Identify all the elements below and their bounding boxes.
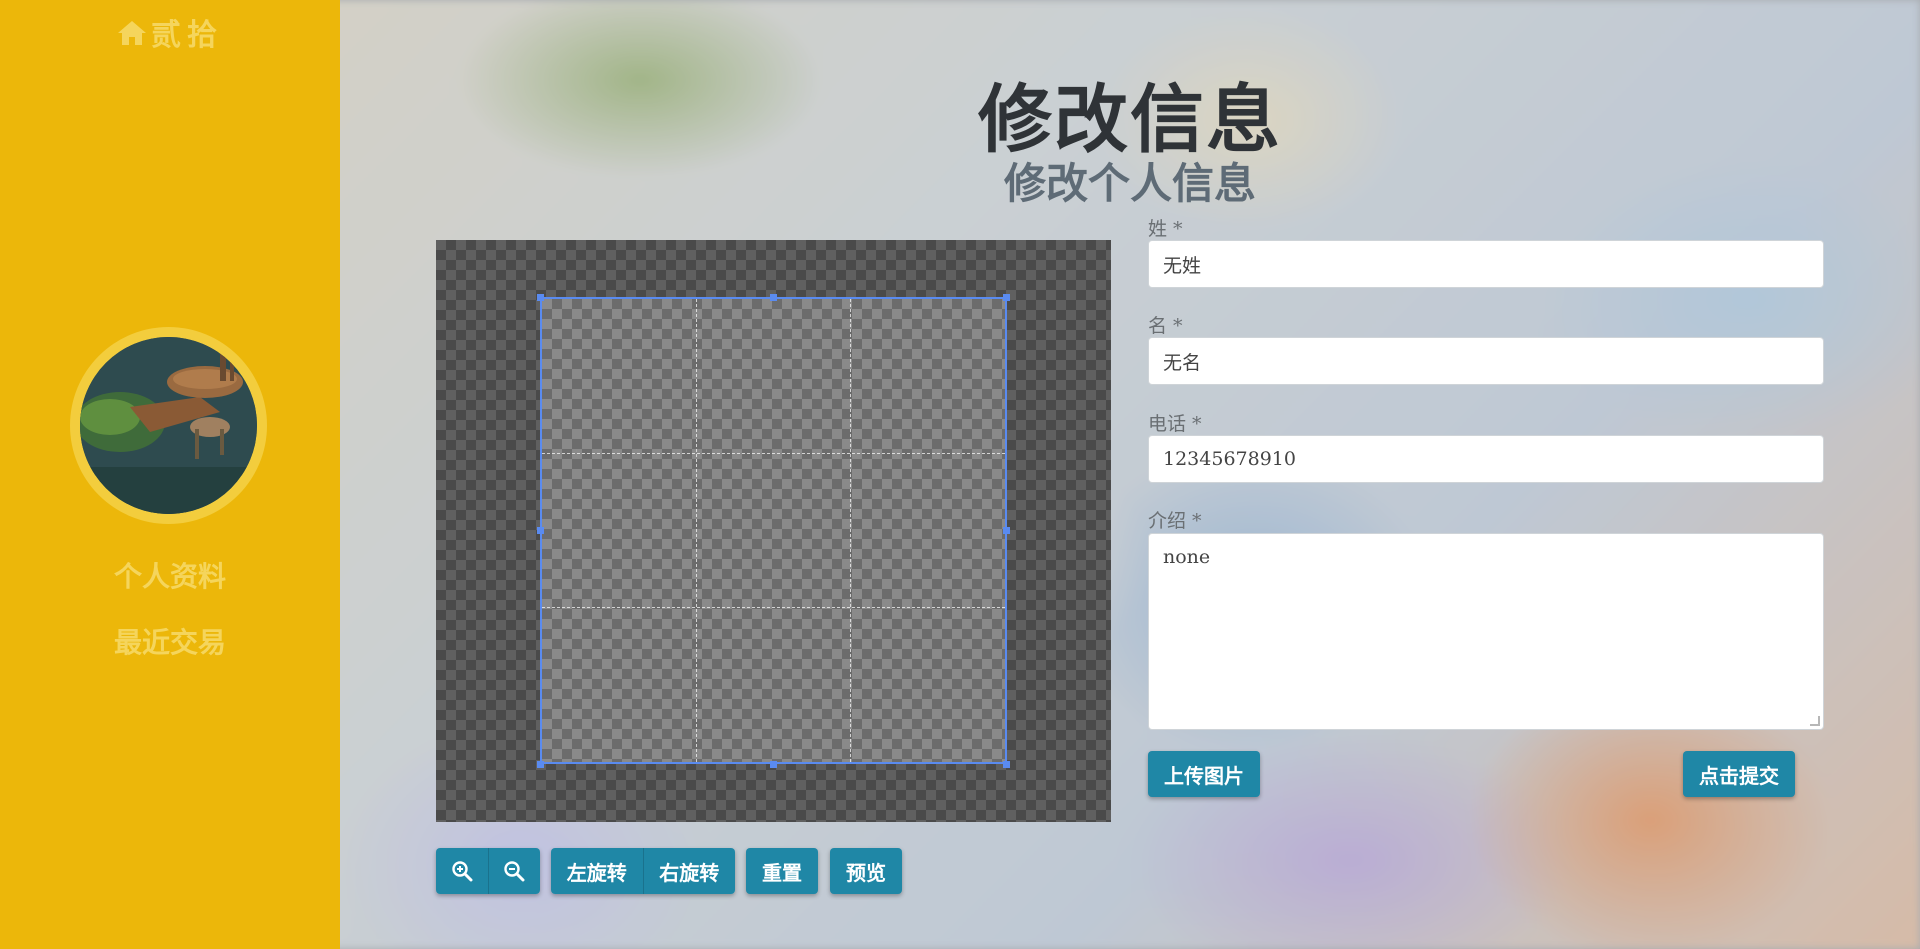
first-name-label: 名 * xyxy=(1148,315,1183,337)
intro-label: 介绍 * xyxy=(1148,510,1202,532)
nav-profile[interactable]: 个人资料 xyxy=(0,555,340,595)
page-subtitle: 修改个人信息 xyxy=(1003,159,1256,208)
resize-grip-icon[interactable] xyxy=(1810,716,1820,726)
last-name-field[interactable]: 无姓 xyxy=(1148,240,1824,288)
rotate-left-button[interactable]: 左旋转 xyxy=(551,848,643,894)
crop-box[interactable] xyxy=(540,297,1007,764)
intro-text: none xyxy=(1163,546,1211,568)
brand-name: 贰拾 xyxy=(151,18,223,53)
upload-image-button[interactable]: 上传图片 xyxy=(1148,751,1260,797)
last-name-label: 姓 * xyxy=(1148,218,1183,240)
crop-handle-e[interactable] xyxy=(1003,527,1010,534)
brand-link[interactable]: 贰拾 xyxy=(0,10,340,55)
rotate-button-group: 左旋转 右旋转 xyxy=(551,848,735,894)
sidebar: 贰拾 个人资料 最近交易 xyxy=(0,0,340,949)
first-name-field[interactable]: 无名 xyxy=(1148,337,1824,385)
nav-recent-trades[interactable]: 最近交易 xyxy=(0,621,340,661)
crop-handle-w[interactable] xyxy=(537,527,544,534)
image-cropper[interactable] xyxy=(436,240,1111,822)
crop-guide-line xyxy=(696,299,697,762)
home-icon xyxy=(117,19,147,55)
phone-field[interactable]: 12345678910 xyxy=(1148,435,1824,483)
rotate-right-button[interactable]: 右旋转 xyxy=(642,848,735,894)
crop-guide-line xyxy=(542,607,1005,608)
phone-label: 电话 * xyxy=(1148,413,1202,435)
zoom-out-button[interactable] xyxy=(487,848,540,894)
avatar[interactable] xyxy=(70,327,267,524)
crop-handle-s[interactable] xyxy=(770,761,777,768)
zoom-out-icon xyxy=(504,861,525,882)
avatar-image xyxy=(80,337,257,514)
submit-button[interactable]: 点击提交 xyxy=(1683,751,1795,797)
crop-handle-se[interactable] xyxy=(1003,761,1010,768)
intro-textarea[interactable]: none xyxy=(1148,533,1824,730)
zoom-in-button[interactable] xyxy=(436,848,488,894)
preview-button[interactable]: 预览 xyxy=(830,848,902,894)
reset-button[interactable]: 重置 xyxy=(746,848,818,894)
zoom-in-icon xyxy=(452,861,473,882)
zoom-button-group xyxy=(436,848,540,894)
crop-handle-n[interactable] xyxy=(770,294,777,301)
crop-guide-line xyxy=(850,299,851,762)
crop-guide-line xyxy=(542,453,1005,454)
crop-handle-nw[interactable] xyxy=(537,294,544,301)
crop-handle-ne[interactable] xyxy=(1003,294,1010,301)
crop-handle-sw[interactable] xyxy=(537,761,544,768)
